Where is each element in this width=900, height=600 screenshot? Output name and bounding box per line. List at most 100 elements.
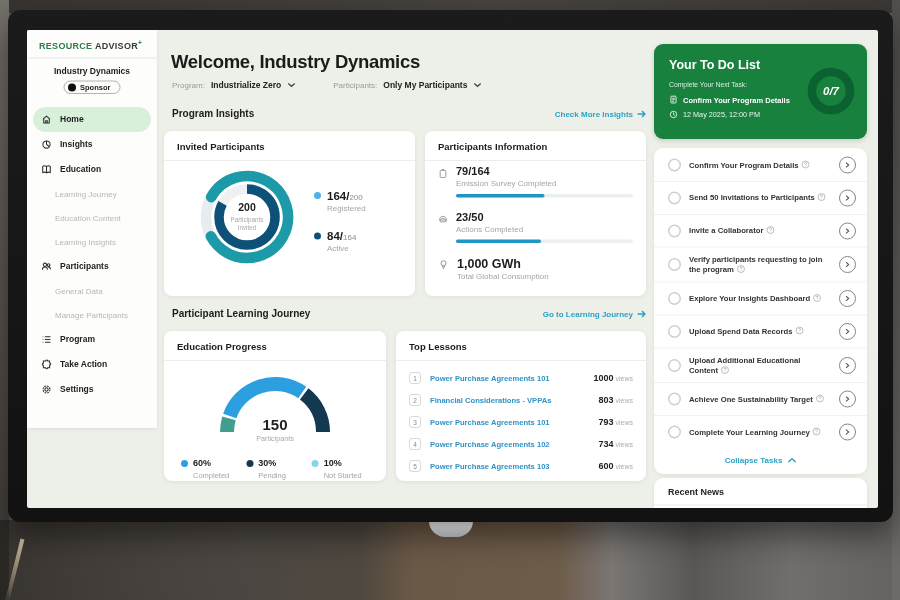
- sidebar-item-participants[interactable]: Participants: [27, 254, 157, 279]
- task-open-button[interactable]: [839, 290, 856, 307]
- info-value: 23/50: [456, 211, 633, 224]
- sidebar-item-education[interactable]: Education: [27, 157, 157, 182]
- info-label: Emission Survey Completed: [456, 179, 633, 188]
- legend-text: 30%Pending: [258, 458, 286, 479]
- background-bottom-left-shade: [0, 520, 360, 600]
- task-checkbox[interactable]: [668, 224, 681, 237]
- todo-task-upload-additional-educational-content: Upload Additional Educational Content: [654, 347, 867, 382]
- task-checkbox[interactable]: [668, 191, 681, 204]
- sidebar-item-label: Program: [60, 335, 95, 345]
- sidebar-item-label: General Data: [55, 287, 103, 296]
- invited-legend-item: 84/164Active: [314, 230, 366, 254]
- task-label: Confirm Your Program Details: [689, 160, 835, 170]
- collapse-tasks-label: Collapse Tasks: [725, 456, 783, 465]
- sidebar-item-label: Learning Journey: [55, 190, 117, 199]
- brand-logo[interactable]: RESOURCEADVISOR+: [27, 30, 157, 59]
- check-more-insights-link[interactable]: Check More Insights: [555, 109, 646, 118]
- task-open-button[interactable]: [839, 189, 856, 206]
- participants-information-row: 79/164Emission Survey Completed: [438, 165, 633, 198]
- invited-legend-item: 164/200Registered: [314, 189, 366, 213]
- clipboard-icon: [438, 168, 448, 179]
- gauge-segment: [230, 384, 302, 416]
- task-open-button[interactable]: [839, 391, 856, 408]
- todo-task-send-50-invitations-to-participants: Send 50 Invitations to Participants: [654, 181, 867, 214]
- lesson-title[interactable]: Power Purchase Agreements 103: [430, 462, 598, 471]
- task-open-button[interactable]: [839, 256, 856, 273]
- lesson-title[interactable]: Power Purchase Agreements 102: [430, 440, 598, 449]
- sidebar-item-manage-participants[interactable]: Manage Participants: [27, 303, 157, 327]
- bulb-icon: [438, 259, 449, 270]
- sidebar-item-education-content[interactable]: Education Content: [27, 206, 157, 230]
- program-filter[interactable]: Program: Industrialize Zero: [172, 80, 295, 90]
- go-to-learning-journey-link[interactable]: Go to Learning Journey: [543, 309, 646, 318]
- lesson-title[interactable]: Power Purchase Agreements 101: [430, 374, 593, 383]
- chevron-right-icon: [845, 195, 851, 201]
- learning-journey-header: Participant Learning Journey Go to Learn…: [172, 308, 646, 320]
- clock-icon: [669, 110, 678, 119]
- task-open-button[interactable]: [839, 222, 856, 239]
- progress-bar: [456, 240, 633, 244]
- sidebar-item-insights[interactable]: Insights: [27, 132, 157, 157]
- participants-information-row: 23/50Actions Completed: [438, 211, 633, 244]
- task-label: Upload Spend Data Records: [689, 326, 835, 336]
- participants-filter[interactable]: Participants: Only My Participants: [333, 80, 481, 90]
- task-checkbox[interactable]: [668, 258, 681, 271]
- views-label: views: [615, 440, 633, 448]
- sidebar-item-learning-insights[interactable]: Learning Insights: [27, 230, 157, 254]
- task-checkbox[interactable]: [668, 292, 681, 305]
- chevron-right-icon: [845, 162, 851, 168]
- task-checkbox[interactable]: [668, 158, 681, 171]
- arrow-right-icon: [637, 109, 646, 118]
- collapse-tasks-link[interactable]: Collapse Tasks: [654, 448, 867, 473]
- lesson-rank: 4: [409, 438, 421, 450]
- sidebar-item-general-data[interactable]: General Data: [27, 279, 157, 303]
- brand-advisor: ADVISOR: [95, 41, 138, 51]
- task-open-button[interactable]: [839, 156, 856, 173]
- info-value: 79/164: [456, 165, 633, 178]
- todo-task-complete-your-learning-journey: Complete Your Learning Journey: [654, 415, 867, 448]
- sidebar-item-settings[interactable]: Settings: [27, 377, 157, 402]
- dashboard-screen: RESOURCEADVISOR+ Industry Dynamics Spons…: [27, 30, 878, 508]
- program-filter-label: Program:: [172, 81, 205, 90]
- info-icon: [815, 394, 824, 403]
- todo-task-explore-your-insights-dashboard: Explore Your Insights Dashboard: [654, 282, 867, 315]
- sidebar-item-label: Participants: [60, 262, 109, 272]
- sidebar-item-label: Learning Insights: [55, 238, 116, 247]
- scene: RESOURCEADVISOR+ Industry Dynamics Spons…: [0, 0, 900, 600]
- sidebar-item-label: Home: [60, 115, 84, 125]
- lesson-title[interactable]: Financial Considerations - VPPAs: [430, 396, 598, 405]
- info-value: 1,000 GWh: [457, 256, 549, 271]
- top-lessons-title: Top Lessons: [396, 331, 646, 361]
- learning-journey-title: Participant Learning Journey: [172, 308, 310, 320]
- task-label: Achieve One Sustainability Target: [689, 394, 835, 404]
- info-icon: [813, 293, 822, 302]
- sidebar-item-program[interactable]: Program: [27, 327, 157, 352]
- brand-resource: RESOURCE: [39, 41, 92, 51]
- sidebar-item-learning-journey[interactable]: Learning Journey: [27, 182, 157, 206]
- lesson-title[interactable]: Power Purchase Agreements 101: [430, 418, 598, 427]
- legend-dot: [314, 192, 321, 199]
- background-right-strip: [892, 0, 900, 600]
- task-checkbox[interactable]: [668, 325, 681, 338]
- task-open-button[interactable]: [839, 323, 856, 340]
- sponsor-badge-icon: [68, 83, 76, 91]
- sidebar-item-take-action[interactable]: Take Action: [27, 352, 157, 377]
- todo-title: Your To Do List: [669, 58, 760, 73]
- legend-value: 60%: [193, 458, 229, 469]
- task-checkbox[interactable]: [668, 359, 681, 372]
- puzzle-icon: [41, 359, 52, 370]
- task-checkbox[interactable]: [668, 393, 681, 406]
- task-checkbox[interactable]: [668, 426, 681, 439]
- lesson-row: 5Power Purchase Agreements 103600views: [409, 455, 633, 477]
- sidebar-item-home[interactable]: Home: [33, 107, 151, 132]
- participants-information-title: Participants Information: [425, 131, 646, 161]
- task-open-button[interactable]: [839, 357, 856, 374]
- legend-label: Completed: [193, 471, 229, 480]
- lesson-views: 803views: [598, 395, 633, 406]
- legend-dot: [181, 460, 188, 467]
- lesson-rank: 3: [409, 416, 421, 428]
- todo-task-confirm-your-program-details: Confirm Your Program Details: [654, 149, 867, 181]
- task-open-button[interactable]: [839, 424, 856, 441]
- home-icon: [41, 114, 52, 125]
- info-icon: [812, 427, 821, 436]
